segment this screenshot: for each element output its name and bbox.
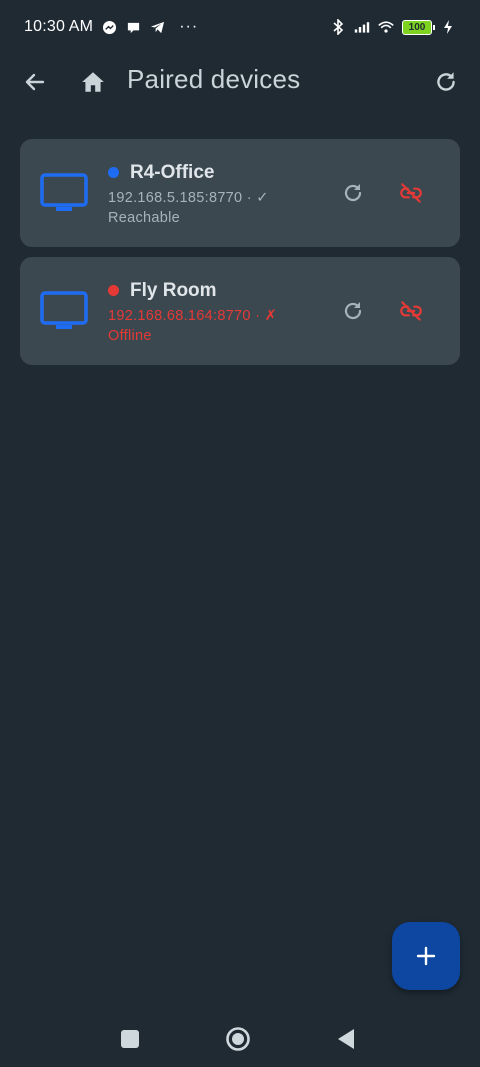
device-address: 192.168.68.164:8770 · ✗ xyxy=(108,308,278,324)
status-right: 100 xyxy=(330,19,456,35)
app-bar: Paired devices xyxy=(0,54,480,110)
refresh-device-button[interactable] xyxy=(331,289,375,333)
plus-icon xyxy=(416,946,436,966)
device-state: Reachable xyxy=(108,210,181,226)
tv-icon xyxy=(40,291,88,329)
refresh-icon xyxy=(344,302,362,320)
wifi-icon xyxy=(378,19,394,35)
unpair-device-button[interactable] xyxy=(389,289,433,333)
home-button[interactable] xyxy=(71,60,115,104)
status-time: 10:30 AM xyxy=(24,18,94,35)
telegram-icon xyxy=(149,19,165,35)
system-back-button[interactable] xyxy=(329,1022,363,1056)
circle-icon xyxy=(226,1027,250,1051)
refresh-all-button[interactable] xyxy=(424,60,468,104)
link-off-icon xyxy=(400,301,422,321)
offline-status-dot xyxy=(108,285,119,296)
online-status-dot xyxy=(108,167,119,178)
device-card-fly-room[interactable]: Fly Room 192.168.68.164:8770 · ✗ Offline xyxy=(20,257,460,365)
chat-bubble-icon xyxy=(125,19,141,35)
recents-button[interactable] xyxy=(113,1022,147,1056)
messenger-icon xyxy=(101,19,117,35)
signal-icon xyxy=(354,19,370,35)
back-button[interactable] xyxy=(13,60,57,104)
system-nav-bar xyxy=(0,1010,480,1067)
device-name: Fly Room xyxy=(130,280,217,301)
battery-icon: 100 xyxy=(402,19,435,35)
device-name: R4-Office xyxy=(130,162,215,183)
square-icon xyxy=(121,1030,139,1048)
refresh-device-button[interactable] xyxy=(331,171,375,215)
device-card-r4-office[interactable]: R4-Office 192.168.5.185:8770 · ✓ Reachab… xyxy=(20,139,460,247)
home-icon xyxy=(82,72,104,92)
refresh-icon xyxy=(344,184,362,202)
page-title: Paired devices xyxy=(127,64,301,94)
status-bar: 10:30 AM ··· 100 xyxy=(0,0,480,54)
device-address: 192.168.5.185:8770 · ✓ xyxy=(108,190,269,206)
charging-icon xyxy=(440,19,456,35)
device-state: Offline xyxy=(108,328,152,344)
tv-icon xyxy=(40,173,88,211)
unpair-device-button[interactable] xyxy=(389,171,433,215)
arrow-left-icon xyxy=(25,73,45,91)
status-left: 10:30 AM ··· xyxy=(24,18,198,36)
add-device-button[interactable] xyxy=(392,922,460,990)
device-list: R4-Office 192.168.5.185:8770 · ✓ Reachab… xyxy=(20,139,460,375)
link-off-icon xyxy=(400,183,422,203)
triangle-back-icon xyxy=(338,1029,354,1049)
bluetooth-icon xyxy=(330,19,346,35)
more-notifications-icon: ··· xyxy=(179,18,199,35)
system-home-button[interactable] xyxy=(221,1022,255,1056)
refresh-icon xyxy=(437,72,455,91)
